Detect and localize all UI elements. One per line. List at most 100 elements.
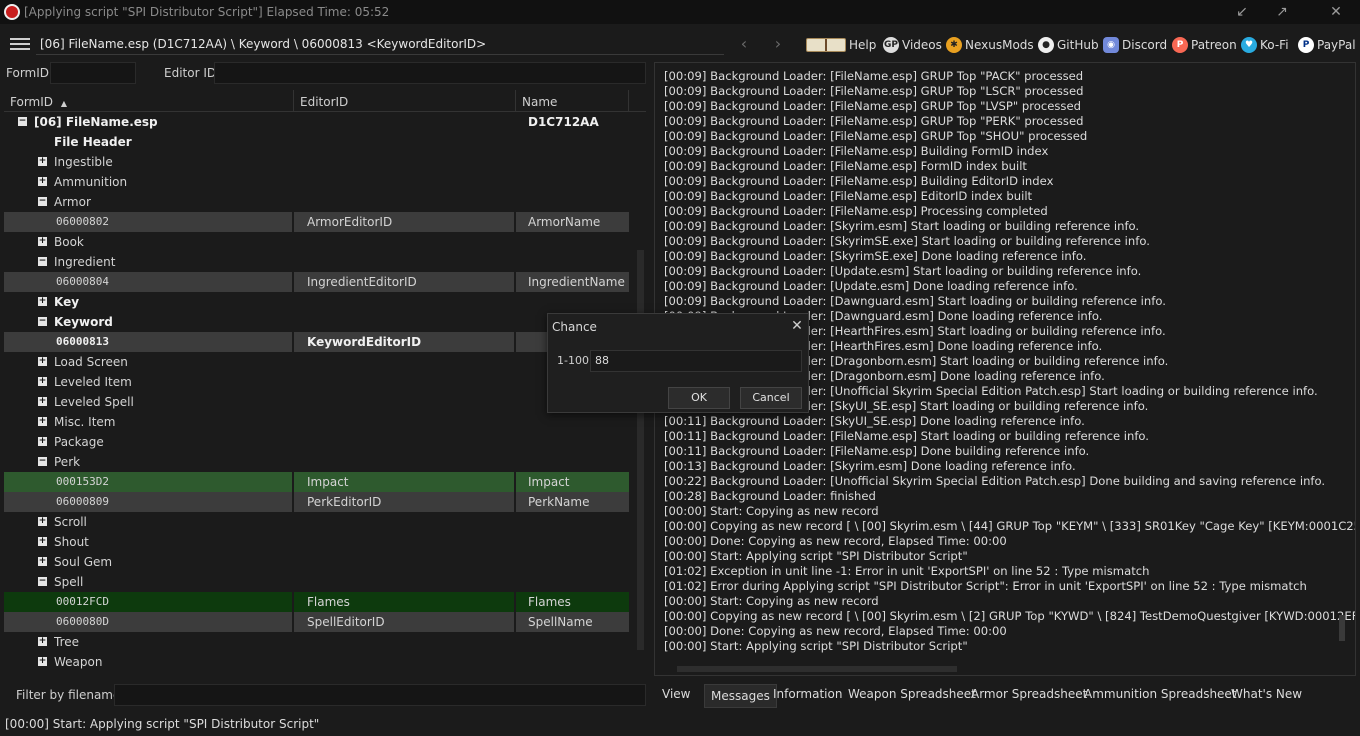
tree-row[interactable]: + Key <box>4 292 629 312</box>
close-button[interactable]: ✕ <box>1324 3 1348 21</box>
tree-scrollbar[interactable] <box>637 250 644 650</box>
tree-row[interactable]: + Shout <box>4 532 629 552</box>
tree-cell-formid: 06000809 <box>4 492 292 512</box>
minimize-button[interactable]: ↙ <box>1230 3 1254 21</box>
collapse-icon[interactable]: − <box>38 257 47 266</box>
nexusmods-link[interactable]: ✱ NexusMods <box>946 36 1034 54</box>
expand-icon[interactable]: + <box>38 237 47 246</box>
tree-row[interactable]: 06000804 IngredientEditorID IngredientName <box>4 272 629 292</box>
tree-row[interactable]: + Ammunition <box>4 172 629 192</box>
tree-row[interactable]: + Package <box>4 432 629 452</box>
videos-link[interactable]: GP Videos <box>883 36 942 54</box>
maximize-button[interactable]: ↗ <box>1270 3 1294 21</box>
tree-row[interactable]: + Leveled Spell <box>4 392 629 412</box>
collapse-icon[interactable]: − <box>18 117 27 126</box>
help-link[interactable]: Help <box>806 36 876 54</box>
expand-icon[interactable]: + <box>38 637 47 646</box>
column-header-name[interactable]: Name <box>516 90 629 112</box>
tree-cell-editorid: Impact <box>294 472 514 492</box>
tree-row[interactable]: + Leveled Item <box>4 372 629 392</box>
tree-row[interactable]: 000153D2 Impact Impact <box>4 472 629 492</box>
tab-view[interactable]: View <box>662 683 690 707</box>
column-header-editorid[interactable]: EditorID <box>294 90 516 112</box>
tree-row[interactable]: − Keyword <box>4 312 629 332</box>
collapse-icon[interactable]: − <box>38 577 47 586</box>
tree-row[interactable]: + Ingestible <box>4 152 629 172</box>
log-line: [00:09] Background Loader: [FileName.esp… <box>664 144 1049 158</box>
nexusmods-icon: ✱ <box>946 37 962 53</box>
tree-row[interactable]: + Scroll <box>4 512 629 532</box>
tree-cell-formid: Load Screen <box>54 355 128 369</box>
log-line: [00:13] Background Loader: [Skyrim.esm] … <box>664 459 1076 473</box>
expand-icon[interactable]: + <box>38 437 47 446</box>
record-path-field[interactable]: [06] FileName.esp (D1C712AA) \ Keyword \… <box>36 33 724 55</box>
patreon-link[interactable]: P Patreon <box>1172 36 1237 54</box>
expand-icon[interactable]: + <box>38 557 47 566</box>
log-line: [01:02] Error during Applying script "SP… <box>664 579 1307 593</box>
expand-icon[interactable]: + <box>38 357 47 366</box>
tree-row[interactable]: + Load Screen <box>4 352 629 372</box>
forward-arrow-icon[interactable]: › <box>768 33 788 55</box>
tree-row[interactable]: + Misc. Item <box>4 412 629 432</box>
tab-what-s-new[interactable]: What's New <box>1231 683 1302 707</box>
tree-row[interactable]: 00012FCD Flames Flames <box>4 592 629 612</box>
hamburger-menu-icon[interactable] <box>10 38 30 50</box>
log-vertical-scrollbar[interactable] <box>1339 615 1345 641</box>
tab-information[interactable]: Information <box>773 683 842 707</box>
chance-input[interactable]: 88 <box>590 350 802 372</box>
filename-filter-input[interactable] <box>114 684 646 706</box>
log-horizontal-scrollbar[interactable] <box>677 666 957 672</box>
ok-button[interactable]: OK <box>668 387 730 409</box>
tree-row[interactable]: + Book <box>4 232 629 252</box>
editorid-filter-input[interactable] <box>214 62 646 84</box>
tree-row[interactable]: File Header <box>4 132 629 152</box>
tree-row[interactable]: − [06] FileName.esp D1C712AA <box>4 112 629 132</box>
window-title: [Applying script "SPI Distributor Script… <box>24 5 390 19</box>
collapse-icon[interactable]: − <box>38 457 47 466</box>
expand-icon[interactable]: + <box>38 297 47 306</box>
tab-armor-spreadsheet[interactable]: Armor Spreadsheet <box>971 683 1087 707</box>
tab-messages[interactable]: Messages <box>704 684 777 708</box>
expand-icon[interactable]: + <box>38 417 47 426</box>
cancel-button[interactable]: Cancel <box>740 387 802 409</box>
tree-header: FormID ▲ EditorID Name <box>4 90 646 112</box>
tree-row[interactable]: − Spell <box>4 572 629 592</box>
expand-icon[interactable]: + <box>38 157 47 166</box>
dialog-close-icon[interactable]: ✕ <box>788 318 806 334</box>
back-arrow-icon[interactable]: ‹ <box>734 33 754 55</box>
log-line: [00:09] Background Loader: [FileName.esp… <box>664 189 1033 203</box>
formid-filter-input[interactable] <box>50 62 136 84</box>
log-line: [00:09] Background Loader: [SkyrimSE.exe… <box>664 234 1150 248</box>
expand-icon[interactable]: + <box>38 657 47 666</box>
expand-icon[interactable]: + <box>38 377 47 386</box>
tab-weapon-spreadsheet[interactable]: Weapon Spreadsheet <box>848 683 976 707</box>
discord-link[interactable]: ◉ Discord <box>1103 36 1167 54</box>
tab-ammunition-spreadsheet[interactable]: Ammunition Spreadsheet <box>1084 683 1237 707</box>
tree-row[interactable]: − Ingredient <box>4 252 629 272</box>
tree-row[interactable]: 06000813 KeywordEditorID <box>4 332 629 352</box>
tree-row[interactable]: + Soul Gem <box>4 552 629 572</box>
kofi-link[interactable]: ♥ Ko-Fi <box>1241 36 1289 54</box>
collapse-icon[interactable]: − <box>38 197 47 206</box>
column-header-formid[interactable]: FormID ▲ <box>4 90 294 112</box>
tree-row[interactable]: 06000802 ArmorEditorID ArmorName <box>4 212 629 232</box>
expand-icon[interactable]: + <box>38 397 47 406</box>
expand-icon[interactable]: + <box>38 537 47 546</box>
tree-cell-name: PerkName <box>516 492 629 512</box>
tree-row[interactable]: − Armor <box>4 192 629 212</box>
collapse-icon[interactable]: − <box>38 317 47 326</box>
tree-row[interactable]: 0600080D SpellEditorID SpellName <box>4 612 629 632</box>
paypal-link[interactable]: P PayPal <box>1298 36 1356 54</box>
expand-icon[interactable]: + <box>38 177 47 186</box>
bottom-tabs: View Messages Information Weapon Spreadshee… <box>654 683 1356 708</box>
log-line: [00:09] Background Loader: [Update.esm] … <box>664 264 1142 278</box>
tree-cell-name: ArmorName <box>516 212 629 232</box>
tree-row[interactable]: + Weapon <box>4 652 629 672</box>
tree-cell-formid: Scroll <box>54 515 87 529</box>
github-link[interactable]: ● GitHub <box>1038 36 1099 54</box>
tree-row[interactable]: 06000809 PerkEditorID PerkName <box>4 492 629 512</box>
tree-row[interactable]: + Tree <box>4 632 629 652</box>
tree-row[interactable]: − Perk <box>4 452 629 472</box>
expand-icon[interactable]: + <box>38 517 47 526</box>
tree-cell-editorid: PerkEditorID <box>294 492 514 512</box>
